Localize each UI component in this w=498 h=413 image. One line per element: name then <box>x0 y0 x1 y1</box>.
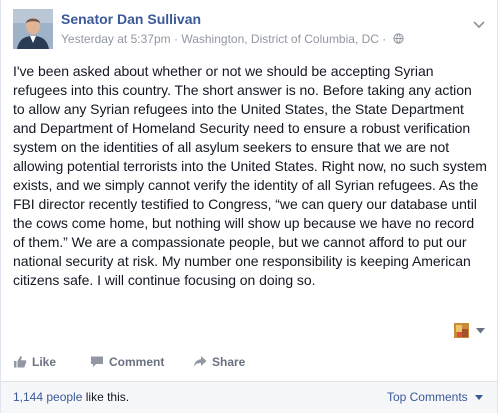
caret-down-icon <box>475 395 483 400</box>
globe-icon[interactable] <box>393 32 404 48</box>
meta-separator: · <box>173 32 178 46</box>
comment-bubble-icon <box>91 356 103 367</box>
meta-separator: · <box>382 32 387 46</box>
share-button[interactable]: Share <box>193 355 245 369</box>
comment-button[interactable]: Comment <box>90 355 164 369</box>
share-arrow-icon <box>193 356 207 367</box>
author-avatar[interactable] <box>13 9 53 49</box>
author-name[interactable]: Senator Dan Sullivan <box>61 11 481 28</box>
thumbs-up-icon <box>14 356 27 368</box>
viewer-reaction-selector[interactable] <box>453 321 485 339</box>
caret-down-icon[interactable] <box>476 321 485 339</box>
post-header-text: Senator Dan Sullivan Yesterday at 5:37pm… <box>61 11 481 48</box>
post-location[interactable]: Washington, District of Columbia, DC <box>181 32 379 46</box>
facebook-post: Senator Dan Sullivan Yesterday at 5:37pm… <box>0 0 498 413</box>
post-meta: Yesterday at 5:37pm · Washington, Distri… <box>61 31 481 48</box>
share-label: Share <box>212 355 246 369</box>
top-comments-dropdown[interactable]: Top Comments <box>387 390 483 404</box>
chevron-down-icon[interactable] <box>473 16 485 34</box>
like-button[interactable]: Like <box>13 355 56 369</box>
top-comments-label: Top Comments <box>386 390 468 404</box>
like-summary: 1,144 people like this. <box>13 390 129 404</box>
comment-label: Comment <box>109 355 165 369</box>
likers-link[interactable]: 1,144 people <box>13 390 82 404</box>
like-summary-suffix: like this. <box>82 390 130 404</box>
like-label: Like <box>32 355 57 369</box>
post-body: I've been asked about whether or not we … <box>13 63 487 288</box>
viewer-avatar <box>453 322 469 338</box>
post-footer: 1,144 people like this. Top Comments <box>1 381 497 413</box>
post-timestamp[interactable]: Yesterday at 5:37pm <box>61 32 171 46</box>
